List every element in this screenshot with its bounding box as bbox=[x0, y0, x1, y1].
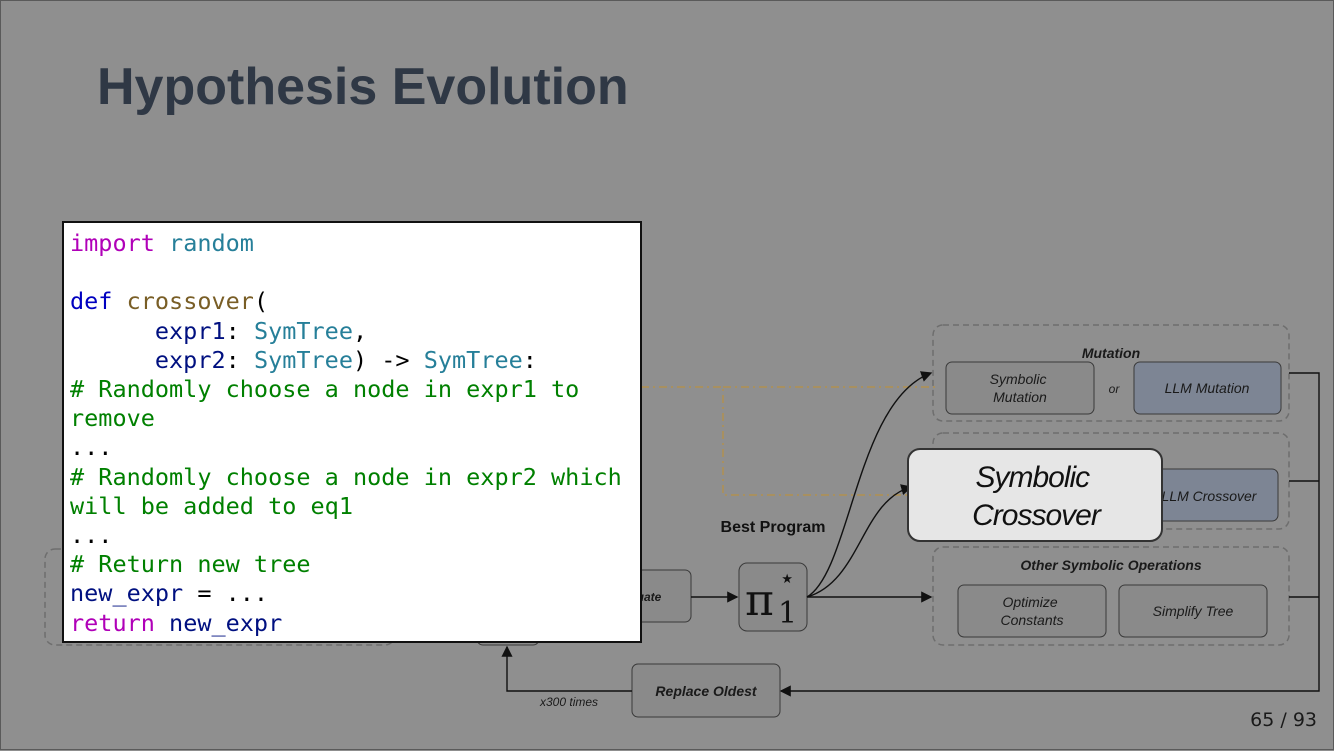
code-token: : bbox=[522, 345, 537, 374]
best-program-label: Best Program bbox=[721, 519, 826, 536]
code-token: # Return new tree bbox=[70, 550, 311, 579]
code-token: def bbox=[70, 287, 113, 316]
best-program-superscript: ⋆ bbox=[779, 564, 795, 594]
simplify-tree-label: Simplify Tree bbox=[1153, 603, 1234, 619]
symbolic-mutation-box bbox=[945, 361, 1095, 415]
code-line: ... bbox=[70, 433, 634, 462]
code-token: crossover bbox=[126, 287, 254, 316]
code-token: SymTree bbox=[253, 345, 353, 374]
code-token: expr2 bbox=[154, 345, 226, 374]
page-number: 65 / 93 bbox=[1250, 709, 1317, 731]
optimize-constants-box bbox=[957, 584, 1107, 638]
code-line: # Return new tree bbox=[70, 550, 634, 579]
code-token: , bbox=[352, 316, 368, 345]
other-ops-group-label: Other Symbolic Operations bbox=[1020, 557, 1201, 573]
code-token: ) -> bbox=[352, 345, 424, 374]
code-line: import random bbox=[70, 229, 634, 258]
code-token: # Randomly choose a node in expr2 which … bbox=[70, 462, 636, 520]
code-token: # Randomly choose a node in expr1 to rem… bbox=[70, 375, 594, 433]
replace-oldest-label: Replace Oldest bbox=[655, 683, 757, 699]
llm-mutation-label: LLM Mutation bbox=[1165, 380, 1250, 396]
code-panel: import random def crossover( expr1: SymT… bbox=[62, 221, 642, 643]
code-token: : bbox=[225, 345, 254, 374]
code-token: expr1 bbox=[154, 316, 226, 345]
code-line: def crossover( bbox=[70, 287, 634, 316]
llm-crossover-label: LLM Crossover bbox=[1162, 488, 1258, 504]
code-line: expr1: SymTree, bbox=[70, 317, 634, 346]
code-token: : bbox=[225, 316, 254, 345]
mutation-group-label: Mutation bbox=[1082, 345, 1140, 361]
code-token: import bbox=[70, 229, 155, 257]
code-line: new_expr = ... bbox=[70, 579, 634, 608]
or-label: or bbox=[1109, 382, 1121, 396]
code-token: random bbox=[169, 229, 254, 257]
code-token: ( bbox=[253, 287, 269, 316]
best-program-symbol: π bbox=[745, 575, 774, 626]
code-line: ... bbox=[70, 521, 634, 550]
code-line: expr2: SymTree) -> SymTree: bbox=[70, 346, 634, 375]
loop-count-label: x300 times bbox=[539, 695, 598, 709]
code-token: = ... bbox=[183, 579, 269, 608]
code-line: return new_expr bbox=[70, 609, 634, 638]
code-line bbox=[70, 258, 634, 287]
code-token: new_expr bbox=[169, 608, 283, 637]
code-line: # Randomly choose a node in expr1 to rem… bbox=[70, 375, 634, 433]
code-token: SymTree bbox=[253, 316, 353, 345]
code-token: return bbox=[70, 608, 155, 637]
slide: Hypothesis Evolution Mutation Symbolic M… bbox=[0, 0, 1334, 750]
code-token: ... bbox=[70, 521, 113, 550]
code-token: ... bbox=[70, 433, 113, 462]
code-token: SymTree bbox=[423, 345, 523, 374]
best-program-subscript: 1 bbox=[778, 596, 797, 631]
replace-to-population-arrow bbox=[501, 645, 632, 692]
code-line: # Randomly choose a node in expr2 which … bbox=[70, 463, 634, 521]
code-token: new_expr bbox=[70, 579, 184, 608]
